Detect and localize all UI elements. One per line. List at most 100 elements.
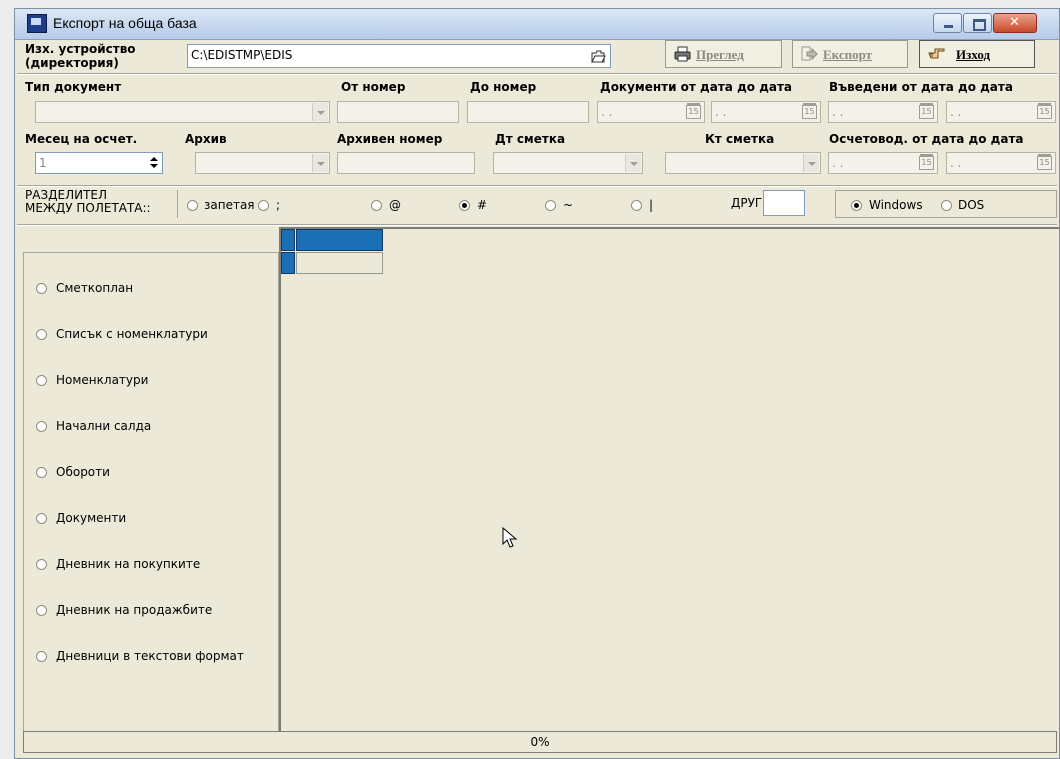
- separator-label-line2: МЕЖДУ ПОЛЕТАТА::: [25, 201, 151, 215]
- radio-circle[interactable]: [36, 513, 47, 524]
- folder-open-icon[interactable]: [591, 49, 606, 63]
- credit-account-select[interactable]: [665, 152, 821, 174]
- export-type-label: Обороти: [56, 465, 110, 479]
- window-title: Експорт на обща база: [53, 15, 197, 31]
- date-placeholder: . .: [950, 105, 962, 119]
- row-indicator[interactable]: [281, 229, 295, 251]
- exit-button-label: Изход: [956, 47, 991, 62]
- calendar-icon[interactable]: 15: [1037, 103, 1052, 119]
- export-type-label: Дневници в текстови формат: [56, 649, 244, 663]
- date-placeholder: . .: [715, 105, 727, 119]
- other-separator-input[interactable]: [763, 190, 805, 216]
- radio-label: Windows: [869, 198, 923, 212]
- export-arrow-icon: [801, 46, 818, 61]
- radio-circle[interactable]: [941, 200, 952, 211]
- accounted-date-range-label: Осчетовод. от дата до дата: [829, 132, 1024, 146]
- radio-circle[interactable]: [545, 200, 556, 211]
- month-value: 1: [39, 156, 47, 170]
- export-type-label: Дневник на покупките: [56, 557, 201, 571]
- radio-label: |: [649, 198, 654, 212]
- date-placeholder: . .: [832, 105, 844, 119]
- device-path-field[interactable]: C:\EDISTMP\EDIS: [187, 44, 611, 68]
- device-path-value: C:\EDISTMP\EDIS: [191, 48, 293, 62]
- to-number-field[interactable]: [467, 101, 589, 123]
- window-client-area: Изх. устройство (директория) C:\EDISTMP\…: [15, 40, 1059, 758]
- export-type-label: Номенклатури: [56, 373, 149, 387]
- from-number-field[interactable]: [337, 101, 459, 123]
- grid-cell[interactable]: [296, 229, 383, 251]
- maximize-button[interactable]: [963, 13, 992, 33]
- chevron-down-icon: [312, 154, 328, 172]
- entered-date-to-field[interactable]: . . 15: [946, 101, 1056, 123]
- title-bar[interactable]: Експорт на обща база: [15, 9, 1059, 40]
- to-number-label: До номер: [470, 80, 537, 94]
- accounted-date-to-field[interactable]: . . 15: [946, 152, 1056, 174]
- archive-number-label: Архивен номер: [337, 132, 443, 146]
- calendar-icon[interactable]: 15: [919, 154, 934, 170]
- stepper-arrows-icon[interactable]: [148, 155, 160, 171]
- radio-circle[interactable]: [258, 200, 269, 211]
- export-button-label: Експорт: [823, 47, 873, 62]
- radio-circle[interactable]: [459, 200, 470, 211]
- pointing-hand-icon: [928, 48, 945, 59]
- grid-cell[interactable]: [296, 252, 383, 274]
- date-placeholder: . .: [601, 105, 613, 119]
- doc-type-select[interactable]: [35, 101, 330, 123]
- radio-circle[interactable]: [36, 283, 47, 294]
- entered-date-range-label: Въведени от дата до дата: [829, 80, 1013, 94]
- export-window: Експорт на обща база Изх. устройство (ди…: [14, 8, 1060, 759]
- credit-account-label: Кт сметка: [705, 132, 775, 146]
- export-type-label: Дневник на продажбите: [56, 603, 213, 617]
- radio-circle[interactable]: [36, 329, 47, 340]
- minimize-button[interactable]: [933, 13, 962, 33]
- archive-select[interactable]: [195, 152, 330, 174]
- doc-type-label: Тип документ: [25, 80, 122, 94]
- radio-circle[interactable]: [851, 200, 862, 211]
- other-separator-label: ДРУГ:: [731, 196, 767, 210]
- docs-date-from-field[interactable]: . . 15: [597, 101, 705, 123]
- preview-button[interactable]: Преглед: [665, 40, 782, 68]
- radio-circle[interactable]: [36, 375, 47, 386]
- debit-account-select[interactable]: [493, 152, 643, 174]
- docs-date-to-field[interactable]: . . 15: [711, 101, 821, 123]
- close-button[interactable]: [993, 13, 1037, 33]
- radio-label: запетая: [204, 198, 255, 212]
- entered-date-from-field[interactable]: . . 15: [828, 101, 938, 123]
- calendar-icon[interactable]: 15: [1037, 154, 1052, 170]
- radio-circle[interactable]: [371, 200, 382, 211]
- radio-circle[interactable]: [36, 651, 47, 662]
- export-type-label: Документи: [56, 511, 127, 525]
- export-button[interactable]: Експорт: [792, 40, 908, 68]
- radio-label: ~: [563, 198, 574, 212]
- exit-button[interactable]: Изход: [919, 40, 1035, 68]
- row-indicator[interactable]: [281, 252, 295, 274]
- radio-label: @: [389, 198, 401, 212]
- progress-bar: 0%: [23, 731, 1057, 753]
- archive-number-field[interactable]: [337, 152, 475, 174]
- radio-label: DOS: [958, 198, 985, 212]
- month-label: Месец на осчет.: [25, 132, 138, 146]
- export-type-label: Начални салда: [56, 419, 152, 433]
- divider: [17, 224, 1057, 226]
- device-label: Изх. устройство (директория): [25, 42, 136, 70]
- divider: [17, 73, 1057, 75]
- radio-label: #: [477, 198, 488, 212]
- radio-circle[interactable]: [187, 200, 198, 211]
- calendar-icon[interactable]: 15: [686, 103, 701, 119]
- data-grid[interactable]: [279, 227, 1059, 744]
- month-stepper[interactable]: 1: [35, 152, 163, 174]
- radio-circle[interactable]: [36, 559, 47, 570]
- export-type-label: Сметкоплан: [56, 281, 134, 295]
- radio-circle[interactable]: [36, 421, 47, 432]
- radio-circle[interactable]: [631, 200, 642, 211]
- date-placeholder: . .: [950, 156, 962, 170]
- debit-account-label: Дт сметка: [495, 132, 566, 146]
- from-number-label: От номер: [341, 80, 406, 94]
- radio-circle[interactable]: [36, 605, 47, 616]
- radio-circle[interactable]: [36, 467, 47, 478]
- calendar-icon[interactable]: 15: [919, 103, 934, 119]
- chevron-down-icon: [625, 154, 641, 172]
- printer-icon: [674, 46, 691, 62]
- calendar-icon[interactable]: 15: [802, 103, 817, 119]
- accounted-date-from-field[interactable]: . . 15: [828, 152, 938, 174]
